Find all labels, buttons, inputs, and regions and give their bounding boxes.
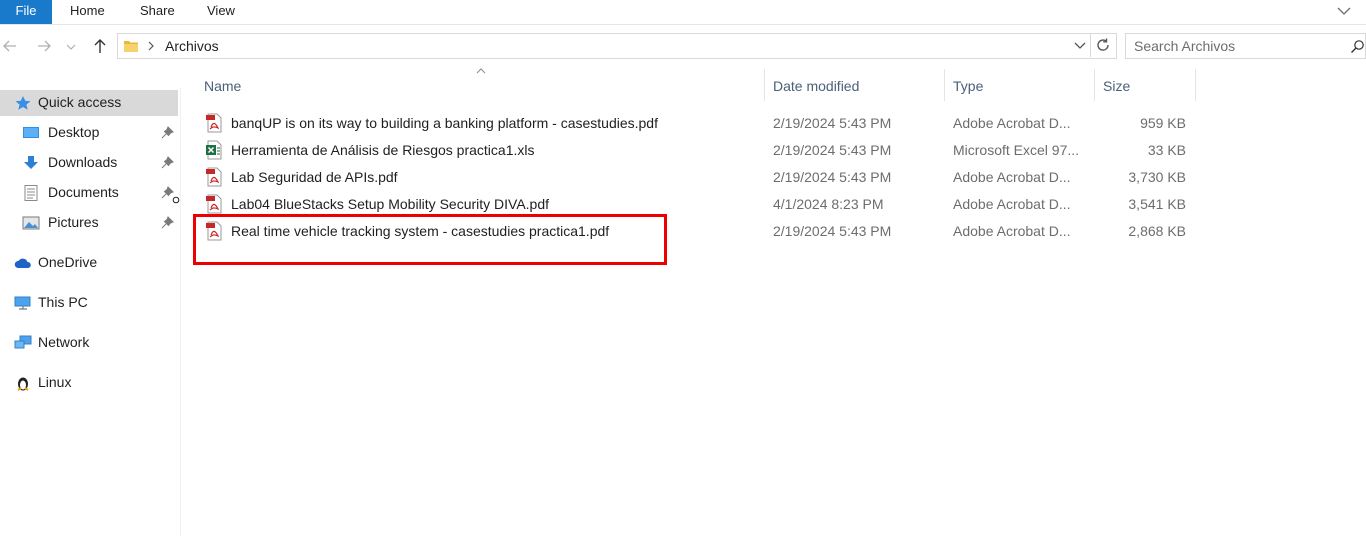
nav-this-pc-label: This PC <box>38 294 88 310</box>
nav-this-pc[interactable]: This PC <box>0 290 178 316</box>
column-header-type[interactable]: Type <box>953 77 1088 101</box>
nav-documents-label: Documents <box>48 184 119 200</box>
documents-icon <box>24 185 38 201</box>
file-type: Adobe Acrobat D... <box>953 223 1071 239</box>
nav-pictures[interactable]: Pictures <box>0 210 178 236</box>
ribbon: File Home Share View <box>0 0 1366 25</box>
column-header-size[interactable]: Size <box>1103 77 1193 101</box>
pictures-icon <box>22 216 40 230</box>
file-name[interactable]: Lab04 BlueStacks Setup Mobility Security… <box>231 196 549 212</box>
nav-documents[interactable]: Documents <box>0 180 180 206</box>
column-divider[interactable] <box>764 69 765 101</box>
file-type: Microsoft Excel 97... <box>953 142 1080 158</box>
pdf-icon <box>206 113 222 133</box>
tab-file[interactable]: File <box>0 0 52 24</box>
folder-icon <box>124 41 138 52</box>
pdf-icon <box>206 194 222 214</box>
column-divider[interactable] <box>1195 69 1196 101</box>
breadcrumb-chevron-icon[interactable] <box>147 41 155 51</box>
expand-ribbon-icon[interactable] <box>1336 3 1352 19</box>
file-row[interactable]: banqUP is on its way to building a banki… <box>195 110 1195 137</box>
network-icon <box>14 335 32 349</box>
nav-downloads[interactable]: Downloads <box>0 150 178 176</box>
search-box[interactable] <box>1125 33 1366 59</box>
nav-linux[interactable]: Linux <box>0 370 178 396</box>
nav-network-label: Network <box>38 334 90 350</box>
column-divider[interactable] <box>1094 69 1095 101</box>
refresh-button[interactable] <box>1090 33 1115 57</box>
file-size: 3,730 KB <box>1128 169 1186 185</box>
up-arrow-icon[interactable] <box>90 36 110 56</box>
file-name[interactable]: Lab Seguridad de APIs.pdf <box>231 169 398 185</box>
pin-icon[interactable] <box>160 156 174 170</box>
file-date: 4/1/2024 8:23 PM <box>773 196 884 212</box>
tab-view[interactable]: View <box>207 0 235 24</box>
pdf-icon <box>206 167 222 187</box>
tab-share[interactable]: Share <box>140 0 175 24</box>
linux-penguin-icon <box>17 377 29 391</box>
desktop-icon <box>23 127 39 138</box>
column-divider[interactable] <box>944 69 945 101</box>
file-date: 2/19/2024 5:43 PM <box>773 223 892 239</box>
onedrive-cloud-icon <box>14 258 31 268</box>
nav-network[interactable]: Network <box>0 330 178 356</box>
search-icon[interactable] <box>1350 39 1365 54</box>
pin-icon[interactable] <box>160 126 174 140</box>
forward-arrow-icon[interactable] <box>34 36 54 56</box>
file-name[interactable]: banqUP is on its way to building a banki… <box>231 115 658 131</box>
search-input[interactable] <box>1126 34 1344 58</box>
address-row: Archivos <box>0 32 1366 60</box>
nav-onedrive-label: OneDrive <box>38 254 98 270</box>
recent-locations-chevron-icon[interactable] <box>64 36 78 56</box>
file-name[interactable]: Herramienta de Análisis de Riesgos pract… <box>231 142 534 158</box>
address-bar[interactable]: Archivos <box>117 33 1117 59</box>
highlight-annotation-box <box>193 214 667 265</box>
file-date: 2/19/2024 5:43 PM <box>773 115 892 131</box>
column-header-date[interactable]: Date modified <box>773 77 938 101</box>
breadcrumb-archivos[interactable]: Archivos <box>165 38 219 54</box>
sort-ascending-icon <box>476 68 486 74</box>
nav-desktop[interactable]: Desktop <box>0 120 178 146</box>
back-arrow-icon[interactable] <box>0 36 20 56</box>
file-size: 33 KB <box>1147 142 1186 158</box>
navigation-pane: Quick access Desktop Downloads Documents <box>0 88 181 536</box>
file-size: 2,868 KB <box>1128 223 1186 239</box>
nav-linux-label: Linux <box>38 374 72 390</box>
excel-icon <box>206 140 222 160</box>
this-pc-icon <box>14 296 31 310</box>
nav-quick-access-label: Quick access <box>38 94 122 110</box>
nav-quick-access[interactable]: Quick access <box>0 90 178 116</box>
mouse-cursor-icon <box>172 196 180 204</box>
nav-pictures-label: Pictures <box>48 214 99 230</box>
tab-home[interactable]: Home <box>70 0 105 24</box>
file-date: 2/19/2024 5:43 PM <box>773 142 892 158</box>
address-history-chevron-icon[interactable] <box>1074 41 1086 51</box>
file-row[interactable]: Lab Seguridad de APIs.pdf 2/19/2024 5:43… <box>195 164 1195 191</box>
file-row[interactable]: Herramienta de Análisis de Riesgos pract… <box>195 137 1195 164</box>
nav-desktop-label: Desktop <box>48 124 100 140</box>
file-date: 2/19/2024 5:43 PM <box>773 169 892 185</box>
nav-downloads-label: Downloads <box>48 154 118 170</box>
refresh-icon <box>1097 38 1109 51</box>
file-type: Adobe Acrobat D... <box>953 196 1071 212</box>
file-type: Adobe Acrobat D... <box>953 115 1071 131</box>
file-size: 3,541 KB <box>1128 196 1186 212</box>
file-type: Adobe Acrobat D... <box>953 169 1071 185</box>
nav-onedrive[interactable]: OneDrive <box>0 250 178 276</box>
column-header-name[interactable]: Name <box>204 77 759 101</box>
file-size: 959 KB <box>1140 115 1186 131</box>
download-arrow-icon <box>24 156 38 169</box>
star-icon <box>15 96 31 110</box>
pin-icon[interactable] <box>160 216 174 230</box>
